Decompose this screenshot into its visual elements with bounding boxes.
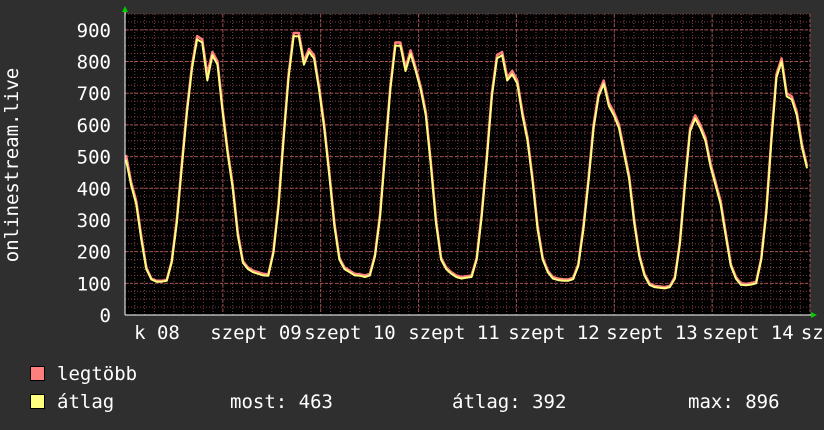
y-tick-label-3: 300 (77, 210, 111, 232)
legend-max-label: legtöbb (57, 363, 138, 385)
y-tick-label-5: 500 (77, 147, 111, 169)
x-tick-label-1: szept 09 (210, 322, 302, 344)
y-tick-label-1: 100 (77, 273, 111, 295)
y-tick-label-9: 900 (77, 20, 111, 42)
avg-swatch-icon (30, 393, 45, 409)
x-tick-label-6: szept 14 (702, 322, 794, 344)
legend-avg-label: átlag (57, 391, 115, 413)
x-tick-label-0: k 08 (134, 322, 180, 344)
x-tick-labels: k 08 szept 09 szept 10 szept 11 szept 12 szep… (134, 322, 824, 344)
stat-average: átlag: 392 (452, 391, 567, 413)
stat-max: max: 896 (688, 391, 780, 413)
legend-item-max: legtöbb (30, 363, 137, 385)
y-tick-label-6: 600 (77, 115, 111, 137)
y-axis-arrow-icon (122, 6, 128, 12)
x-tick-label-7: sze (801, 322, 824, 344)
x-tick-label-4: szept 12 (508, 322, 600, 344)
chart: 0 100 200 300 400 500 600 700 800 900 k 08 szept 0… (1, 6, 824, 344)
y-tick-label-8: 800 (77, 52, 111, 74)
y-tick-label-0: 0 (100, 305, 111, 327)
y-tick-label-2: 200 (77, 242, 111, 264)
x-tick-label-5: szept 13 (606, 322, 698, 344)
x-axis-arrow-icon (811, 312, 817, 318)
x-tick-label-3: szept 11 (408, 322, 500, 344)
x-tick-label-2: szept 10 (304, 322, 396, 344)
stat-current: most: 463 (230, 391, 333, 413)
max-swatch-icon (30, 365, 45, 381)
y-tick-label-7: 700 (77, 83, 111, 105)
legend-item-avg: átlag (30, 391, 114, 413)
grid-lines (124, 13, 811, 316)
y-axis-label: onlinestream.live (1, 68, 23, 262)
y-tick-label-4: 400 (77, 178, 111, 200)
y-tick-labels: 0 100 200 300 400 500 600 700 800 900 (77, 20, 111, 327)
